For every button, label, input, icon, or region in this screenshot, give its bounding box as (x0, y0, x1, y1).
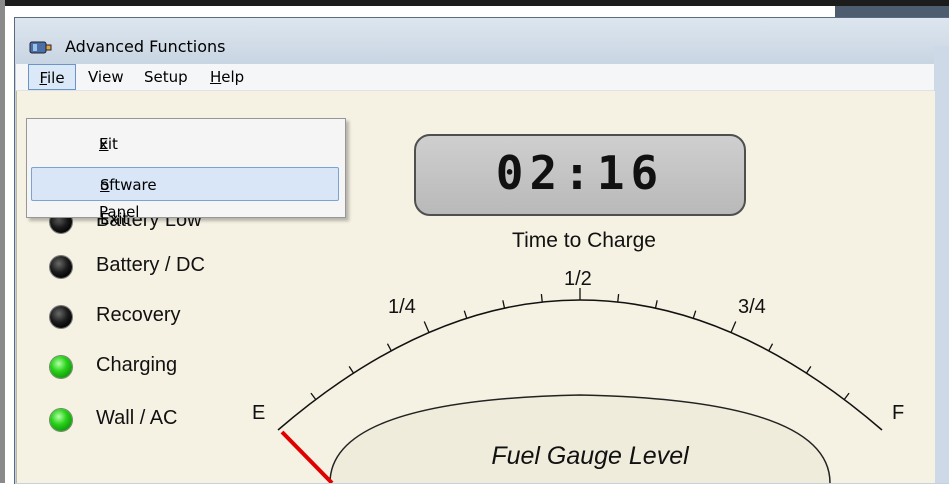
screen-left-edge (0, 0, 5, 483)
window-right-border (934, 46, 949, 483)
led-recovery-icon (50, 306, 72, 328)
time-to-charge-label: Time to Charge (512, 229, 656, 252)
menu-view[interactable]: View (88, 64, 124, 90)
indicator-label: Battery / DC (96, 254, 205, 276)
indicator-label: Wall / AC (96, 407, 178, 429)
menu-setup[interactable]: Setup (144, 64, 188, 90)
menu-file-label: ile (46, 69, 65, 87)
menu-file[interactable]: File (28, 64, 76, 90)
indicator-label: Charging (96, 354, 178, 376)
gauge-mark-three-quarter: 3/4 (738, 296, 766, 318)
app-icon (29, 41, 52, 54)
menu-item-software-exit[interactable]: Software Exit (31, 167, 339, 228)
title-bar[interactable]: Advanced Functions (15, 18, 949, 64)
screen-top-edge (0, 0, 949, 6)
gauge-mark-quarter: 1/4 (388, 296, 416, 318)
gauge-mark-empty: E (252, 402, 266, 424)
led-battery-dc-icon (50, 256, 72, 278)
screen: Advanced Functions File View Setup Help … (0, 0, 949, 484)
menu-help-accel: H (210, 68, 222, 86)
file-menu-dropdown: Exit Advanced Panel Software Exit (26, 118, 346, 228)
menu-help[interactable]: Help (210, 64, 244, 90)
fuel-gauge-title: Fuel Gauge Level (491, 442, 689, 470)
gauge-mark-half: 1/2 (564, 268, 592, 290)
menu-help-label: elp (221, 68, 245, 86)
indicator-label: Recovery (96, 304, 181, 326)
led-charging-icon (50, 356, 72, 378)
menu-item-exit-advanced-panel[interactable]: Exit Advanced Panel (31, 127, 339, 221)
led-wall-ac-icon (50, 409, 72, 431)
gauge-mark-full: F (892, 402, 905, 424)
menu-bar: File View Setup Help (16, 64, 934, 91)
charge-timer-display: 02:16 (414, 134, 746, 216)
menu-file-accel: F (39, 69, 47, 87)
window-title: Advanced Functions (65, 37, 226, 56)
charge-timer-value: 02:16 (495, 146, 665, 200)
menu-item-text: oftware Exit (100, 176, 157, 228)
